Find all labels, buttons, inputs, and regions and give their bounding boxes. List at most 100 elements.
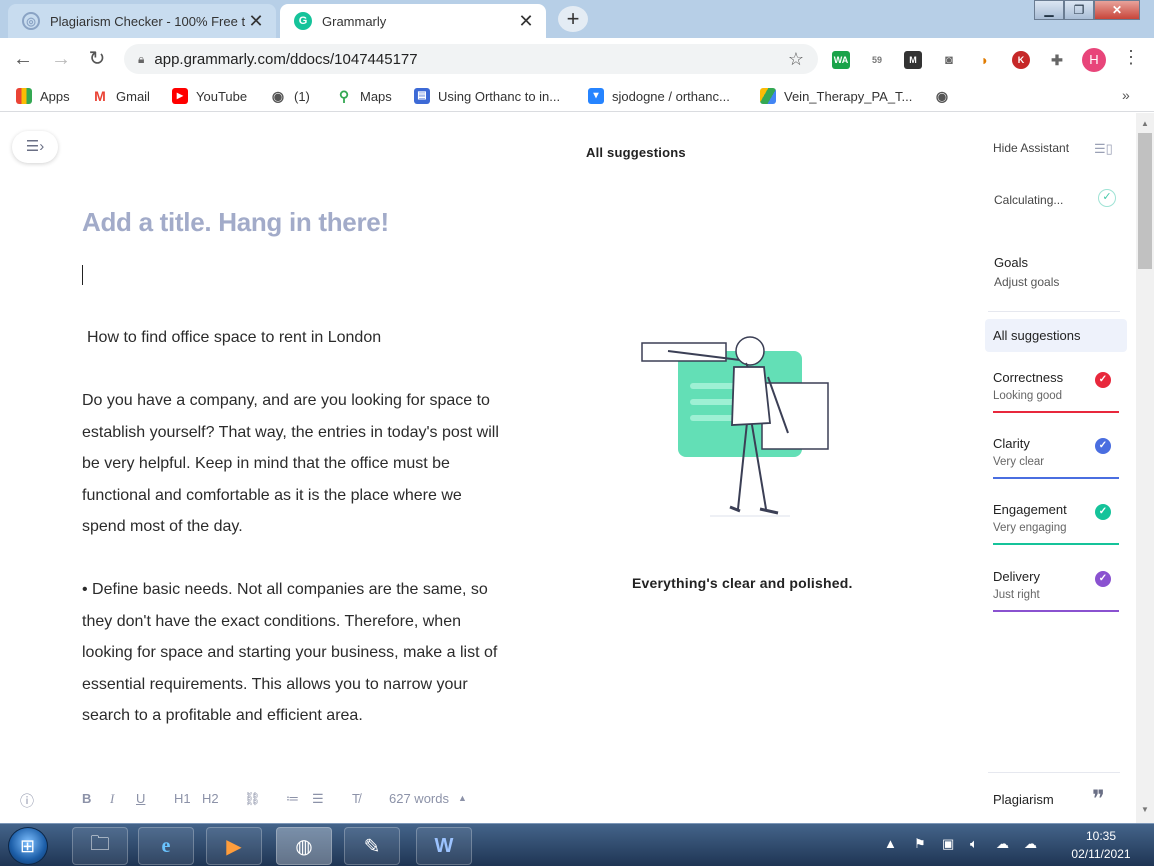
- close-window-button[interactable]: ✕: [1094, 0, 1140, 20]
- word-icon[interactable]: W: [416, 827, 472, 865]
- engagement-check-icon: ✓: [1095, 504, 1111, 520]
- bookmark-orthanc[interactable]: ▤ Using Orthanc to in...: [414, 86, 560, 106]
- clear-format-icon[interactable]: T̸: [352, 791, 360, 806]
- bookmark-label: Gmail: [116, 88, 150, 104]
- underline-button[interactable]: U: [136, 791, 145, 806]
- bullet-list-icon[interactable]: ☰: [312, 791, 324, 807]
- checkmark-icon: ✓: [1098, 189, 1116, 207]
- tab-title: Grammarly: [322, 13, 387, 29]
- browser-tab-strip: ◎ Plagiarism Checker - 100% Free t ✕ G G…: [0, 0, 1154, 38]
- profile-avatar[interactable]: H: [1082, 48, 1106, 72]
- action-center-flag-icon[interactable]: ⚑: [914, 836, 926, 852]
- hide-assistant-button[interactable]: Hide Assistant: [993, 141, 1069, 155]
- tab-close-icon[interactable]: ✕: [246, 11, 266, 32]
- bookmark-maps[interactable]: ⚲ Maps: [336, 86, 392, 106]
- clock-date: 02/11/2021: [1071, 847, 1131, 861]
- maximize-button[interactable]: ❐: [1064, 0, 1094, 20]
- status-message: Everything's clear and polished.: [632, 575, 853, 591]
- category-status: Very clear: [993, 456, 1045, 468]
- category-clarity[interactable]: Clarity Very clear ✓: [993, 436, 1119, 486]
- heading2-button[interactable]: H2: [202, 791, 219, 806]
- clock-time: 10:35: [1085, 829, 1117, 843]
- volume-icon[interactable]: 🔈︎: [970, 836, 978, 852]
- bookmarks-overflow-icon[interactable]: »: [1122, 87, 1130, 103]
- category-underline: [993, 411, 1119, 413]
- bookmark-youtube[interactable]: ▶ YouTube: [172, 86, 247, 106]
- word-count-caret-icon[interactable]: ▲: [458, 793, 467, 803]
- panel-toggle-icon[interactable]: ☰▯: [1094, 141, 1113, 157]
- category-status: Just right: [993, 589, 1040, 601]
- category-underline: [993, 610, 1119, 612]
- bookmark-star-icon[interactable]: ☆: [788, 49, 804, 70]
- hamburger-menu-icon[interactable]: ☰›: [12, 131, 58, 163]
- italic-button[interactable]: I: [110, 791, 114, 807]
- bookmark-globe[interactable]: ◉ (1): [270, 86, 310, 106]
- category-status: Very engaging: [993, 522, 1067, 534]
- quote-icon[interactable]: ❞: [1092, 785, 1105, 813]
- bold-button[interactable]: B: [82, 791, 91, 806]
- category-name: Engagement: [993, 502, 1067, 517]
- word-count[interactable]: 627 words: [389, 791, 449, 806]
- reload-icon[interactable]: ↻: [84, 46, 110, 72]
- extension-k-icon[interactable]: K: [1012, 51, 1030, 69]
- notepad-icon[interactable]: ✎: [344, 827, 400, 865]
- tab-close-icon[interactable]: ✕: [516, 11, 536, 32]
- tab-grammarly[interactable]: G Grammarly ✕: [280, 4, 546, 38]
- doc-body[interactable]: How to find office space to rent in Lond…: [82, 322, 502, 763]
- extension-59-icon[interactable]: 59: [868, 51, 886, 69]
- scroll-down-icon[interactable]: ▼: [1141, 805, 1149, 814]
- correctness-check-icon: ✓: [1095, 372, 1111, 388]
- browser-menu-icon[interactable]: ⋮: [1122, 47, 1140, 68]
- back-arrow-icon[interactable]: ←: [10, 46, 36, 72]
- file-explorer-icon[interactable]: 🗀: [72, 827, 128, 865]
- network-icon[interactable]: ▣: [942, 836, 954, 852]
- bookmark-label: Using Orthanc to in...: [438, 88, 561, 104]
- extension-wa-icon[interactable]: WA: [832, 51, 850, 69]
- category-status: Looking good: [993, 390, 1063, 402]
- extension-m-icon[interactable]: M: [904, 51, 922, 69]
- gmail-icon: M: [92, 88, 108, 104]
- woman-pointing-illustration: [641, 336, 829, 517]
- ordered-list-icon[interactable]: ≔: [286, 791, 299, 807]
- category-underline: [993, 543, 1119, 545]
- tab-plagiarism-checker[interactable]: ◎ Plagiarism Checker - 100% Free t ✕: [8, 4, 276, 38]
- new-tab-button[interactable]: +: [558, 6, 588, 32]
- heading1-button[interactable]: H1: [174, 791, 191, 806]
- bookmark-sjodogne[interactable]: ▾ sjodogne / orthanc...: [588, 86, 730, 106]
- bookmark-gmail[interactable]: M Gmail: [92, 86, 150, 106]
- cloud-upload-icon[interactable]: ☁: [1024, 836, 1037, 852]
- doc-title-input[interactable]: Add a title. Hang in there!: [82, 207, 389, 238]
- camera-extension-icon[interactable]: ◙: [940, 51, 958, 69]
- link-icon[interactable]: ⛓: [244, 791, 261, 807]
- system-clock[interactable]: 10:35 02/11/2021: [1058, 827, 1144, 863]
- start-button[interactable]: ⊞: [8, 827, 48, 865]
- category-correctness[interactable]: Correctness Looking good ✓: [993, 370, 1119, 420]
- bookmark-apps[interactable]: Apps: [16, 86, 70, 106]
- cloud-sync-icon[interactable]: ☁: [996, 836, 1009, 852]
- scroll-up-icon[interactable]: ▲: [1141, 119, 1149, 128]
- extensions-puzzle-icon[interactable]: ✚: [1048, 51, 1066, 69]
- bookmark-globe-2[interactable]: ◉: [934, 86, 958, 106]
- doc-paragraph: How to find office space to rent in Lond…: [87, 329, 382, 346]
- globe-icon: ◉: [270, 88, 286, 104]
- category-delivery[interactable]: Delivery Just right ✓: [993, 569, 1119, 619]
- chrome-icon[interactable]: ◍: [276, 827, 332, 865]
- tray-expand-icon[interactable]: ▲: [884, 836, 897, 851]
- extension-orange-icon[interactable]: ◗: [976, 51, 994, 69]
- all-suggestions-tab[interactable]: All suggestions: [985, 319, 1127, 352]
- category-engagement[interactable]: Engagement Very engaging ✓: [993, 502, 1119, 552]
- help-icon[interactable]: ⓘ: [20, 791, 34, 811]
- bookmark-vein-therapy[interactable]: Vein_Therapy_PA_T...: [760, 86, 912, 106]
- forward-arrow-icon[interactable]: →: [48, 46, 74, 72]
- internet-explorer-icon[interactable]: e: [138, 827, 194, 865]
- bookmark-label: Vein_Therapy_PA_T...: [784, 88, 913, 104]
- media-player-icon[interactable]: ▶: [206, 827, 262, 865]
- adjust-goals-link[interactable]: Adjust goals: [994, 275, 1059, 289]
- plagiarism-button[interactable]: Plagiarism: [993, 792, 1054, 807]
- address-bar[interactable]: 🔒︎ app.grammarly.com/ddocs/1047445177 ☆: [124, 44, 818, 74]
- page-scrollbar[interactable]: ▲ ▼: [1136, 113, 1154, 823]
- grammarly-favicon-icon: G: [294, 12, 312, 30]
- goals-title[interactable]: Goals: [994, 255, 1028, 270]
- minimize-button[interactable]: ▁: [1034, 0, 1064, 20]
- scrollbar-thumb[interactable]: [1138, 133, 1152, 269]
